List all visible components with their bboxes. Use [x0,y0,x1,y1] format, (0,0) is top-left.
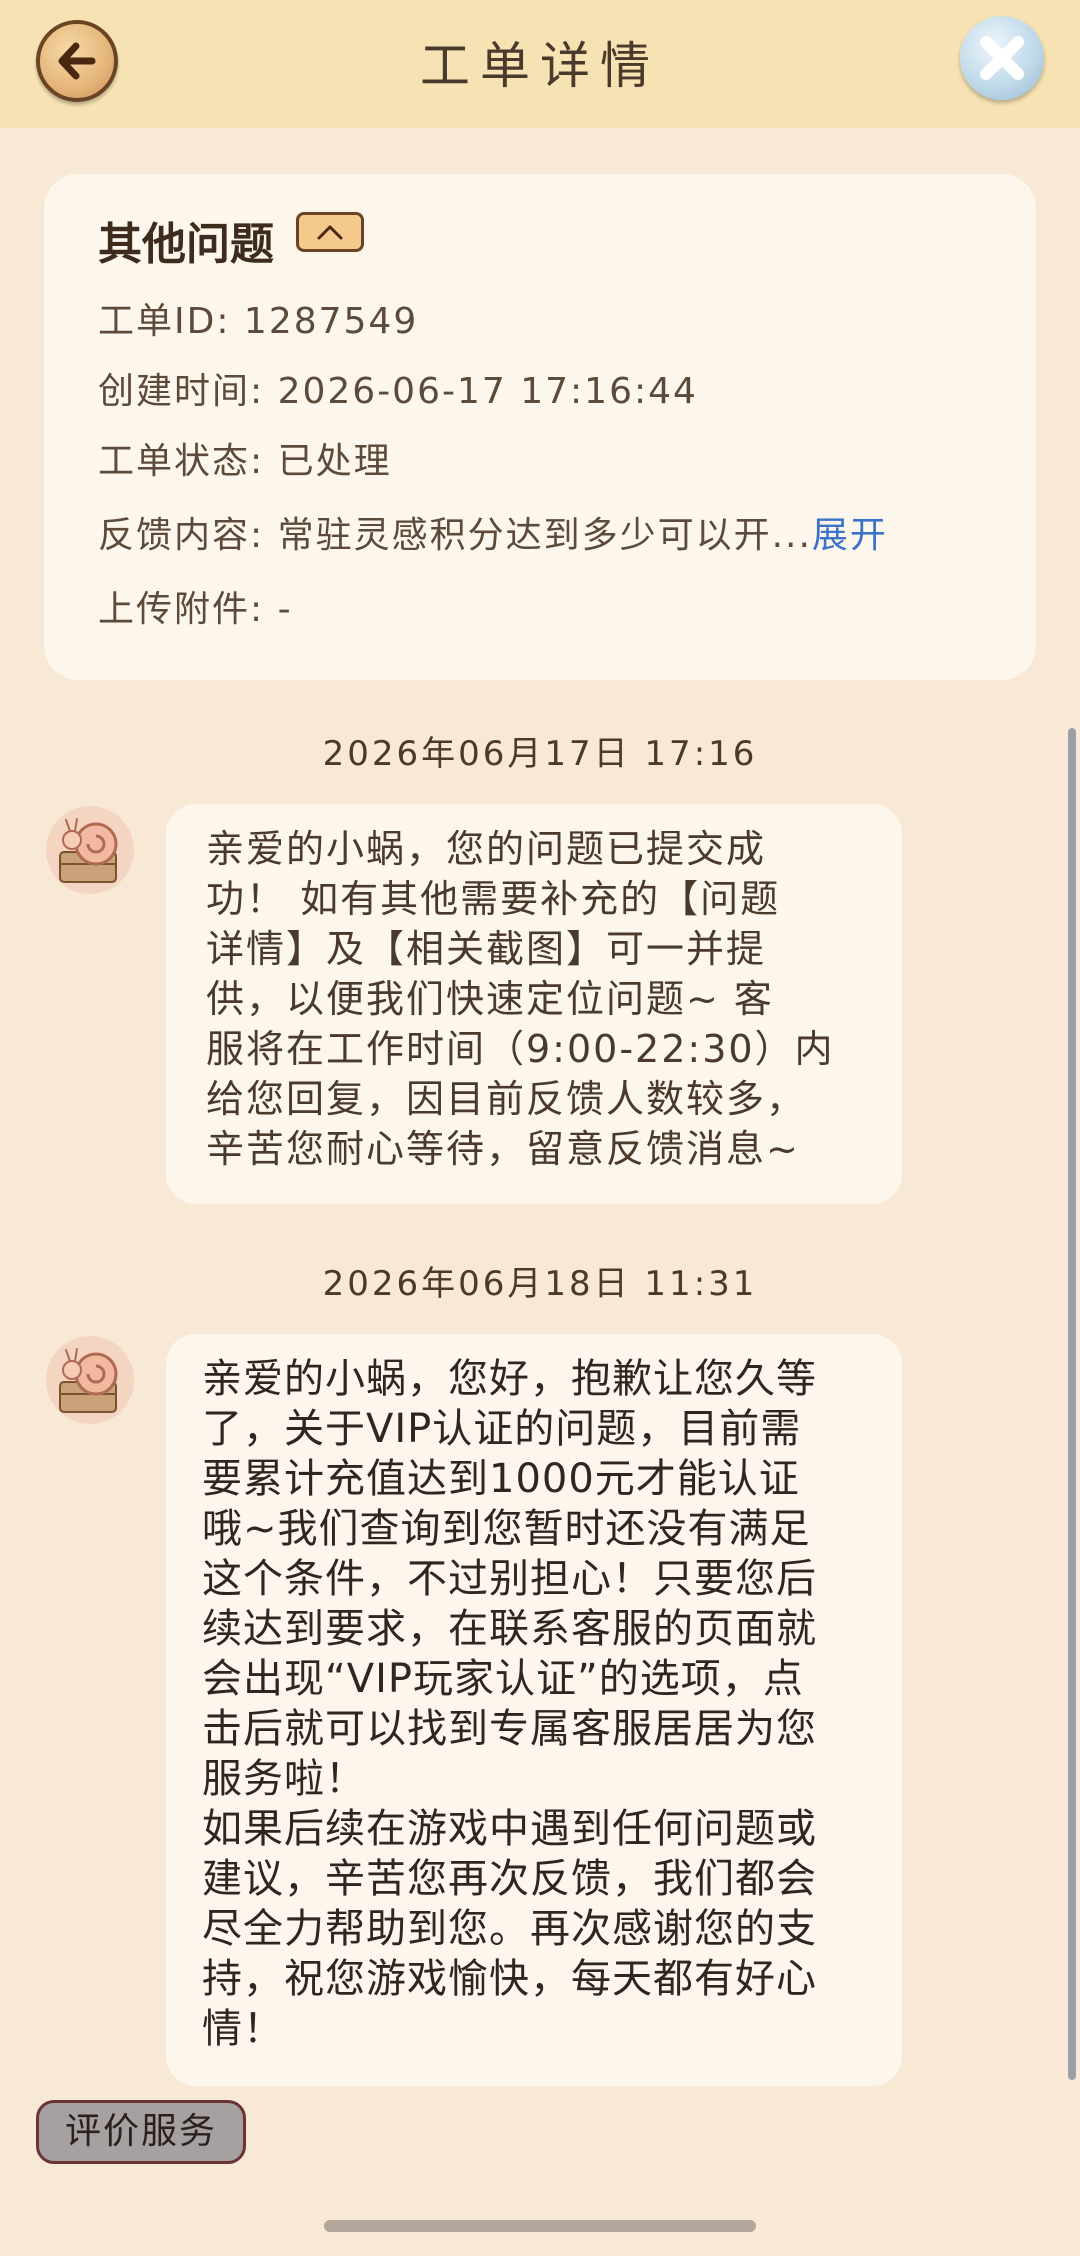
avatar [46,806,134,894]
scrollbar[interactable] [1068,728,1076,2080]
rate-service-button[interactable]: 评价服务 [36,2100,246,2164]
collapse-button[interactable] [296,212,364,252]
ticket-attachment: 上传附件: - [98,589,293,630]
ticket-id: 工单ID: 1287549 [98,301,419,342]
home-indicator[interactable] [324,2220,756,2232]
close-button[interactable] [960,16,1044,100]
snail-avatar-icon [59,818,118,883]
expand-link[interactable]: 展开 [812,515,888,556]
ticket-created-time: 创建时间: 2026-06-17 17:16:44 [98,371,698,412]
message-text: 亲爱的小蜗，您好，抱歉让您久等 了，关于VIP认证的问题，目前需 要累计充值达到… [202,1356,817,2052]
message-timestamp: 2026年06月18日 11:31 [322,1264,758,1304]
message-text: 亲爱的小蜗，您的问题已提交成 功！ 如有其他需要补充的【问题 详情】及【相关截图… [206,827,835,1171]
ticket-info-card: 其他问题 工单ID: 1287549 创建时间: 2026-06-17 17:1… [44,174,1036,680]
ticket-feedback: 反馈内容: 常驻灵感积分达到多少可以开...展开 [98,506,888,558]
close-icon [980,36,1024,80]
message-bubble: 亲爱的小蜗，您的问题已提交成 功！ 如有其他需要补充的【问题 详情】及【相关截图… [166,804,902,1204]
message-bubble: 亲爱的小蜗，您好，抱歉让您久等 了，关于VIP认证的问题，目前需 要累计充值达到… [166,1334,902,2086]
chevron-up-icon [317,225,343,240]
ticket-status: 工单状态: 已处理 [98,441,392,482]
ticket-category: 其他问题 [98,219,274,270]
avatar [46,1336,134,1424]
message-timestamp: 2026年06月17日 17:16 [322,734,758,774]
feedback-content: 反馈内容: 常驻灵感积分达到多少可以开... [98,515,812,556]
top-bar: 工单详情 [0,0,1080,128]
snail-avatar-icon [59,1348,118,1413]
page-title: 工单详情 [420,37,660,95]
